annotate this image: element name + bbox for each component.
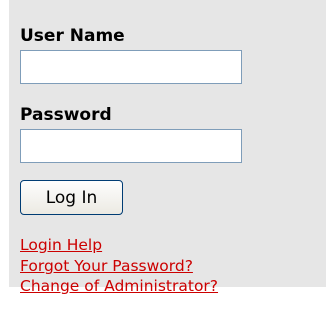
login-help-link[interactable]: Login Help: [20, 235, 102, 255]
password-input[interactable]: [20, 129, 242, 163]
username-input[interactable]: [20, 50, 242, 84]
change-administrator-link[interactable]: Change of Administrator?: [20, 276, 218, 296]
username-label: User Name: [20, 26, 125, 46]
password-label: Password: [20, 105, 112, 125]
forgot-password-link[interactable]: Forgot Your Password?: [20, 256, 193, 276]
login-button[interactable]: Log In: [20, 180, 123, 215]
login-panel: User Name Password Log In Login Help For…: [9, 0, 326, 295]
